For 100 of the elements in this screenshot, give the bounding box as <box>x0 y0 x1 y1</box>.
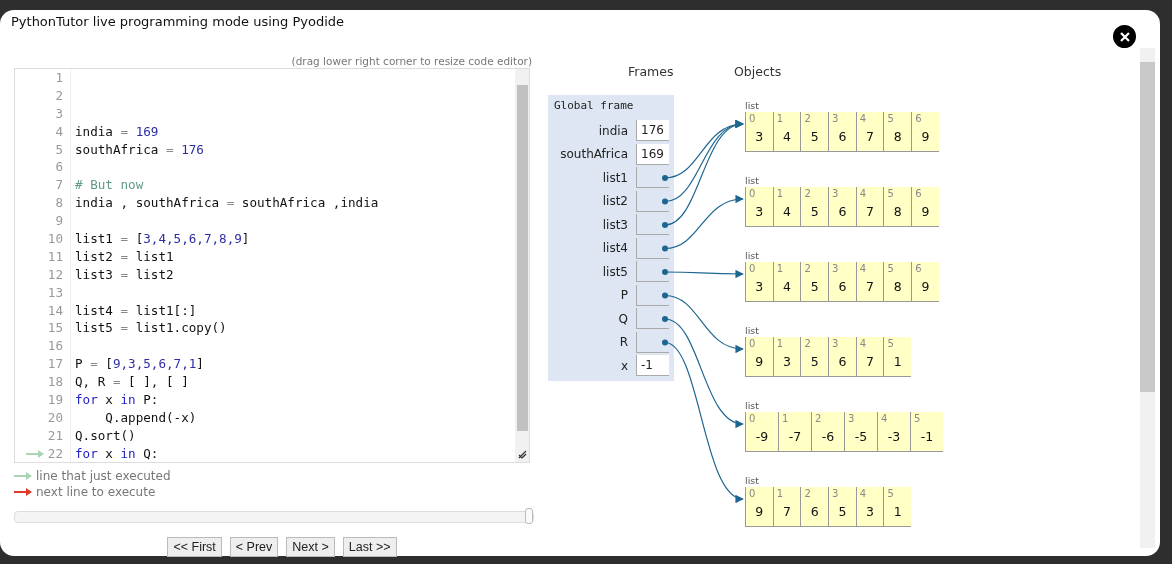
list-cell: 3 5 <box>828 487 856 527</box>
list-cell: 4 7 <box>855 187 884 227</box>
arrow-icon <box>14 472 32 480</box>
line-number: 21 <box>47 426 63 445</box>
list-cell: 2 6 <box>800 487 829 527</box>
list-cell: 3 6 <box>828 337 856 377</box>
variable-name: list4 <box>601 241 628 256</box>
list-cell: 3 6 <box>828 187 856 227</box>
line-number: 19 <box>47 391 63 409</box>
list-cell: 5 -1 <box>910 412 943 452</box>
line-number: 2 <box>55 86 63 105</box>
list-cell: 4 7 <box>855 262 884 302</box>
nav-button[interactable]: Next > <box>286 537 335 557</box>
list-cell: 4 3 <box>855 487 884 527</box>
line-number: 22 <box>47 444 63 463</box>
nav-button[interactable]: << First <box>167 537 222 557</box>
list-cell: 0 3 <box>745 262 773 302</box>
code-line: P = [9,3,5,6,7,1] <box>75 356 204 372</box>
nav-button[interactable]: Last >> <box>342 537 397 557</box>
variable-name: R <box>618 335 628 350</box>
nav-button[interactable]: < Prev <box>229 537 279 557</box>
list-cell: 6 9 <box>911 262 939 302</box>
variable-name: list2 <box>601 194 628 209</box>
code-line: Q, R = [ ], [ ] <box>75 374 189 390</box>
list-cell: 1 3 <box>772 337 801 377</box>
scrollbar[interactable] <box>515 69 529 462</box>
variable-name: list5 <box>601 264 628 279</box>
line-number: 11 <box>47 247 63 266</box>
arrow-icon <box>14 488 32 496</box>
line-number: 16 <box>47 337 63 356</box>
list-label: list <box>745 100 760 112</box>
code-line: for x in P: <box>75 392 159 408</box>
resize-handle-icon[interactable] <box>517 450 527 459</box>
line-number: 4 <box>55 122 63 141</box>
list-label: list <box>745 400 760 412</box>
frames-heading: Frames <box>628 64 674 79</box>
list-cell: 0 3 <box>745 187 773 227</box>
frame-title: Global frame <box>554 99 635 114</box>
line-number: 7 <box>55 176 63 195</box>
code-line: india , southAfrica = southAfrica ,india <box>75 195 379 211</box>
line-number: 8 <box>55 194 63 213</box>
list-label: list <box>745 475 760 487</box>
line-number: 9 <box>55 212 63 231</box>
slider-thumb[interactable] <box>525 508 533 524</box>
legend-label: line that just executed <box>36 469 171 483</box>
list-cell: 3 6 <box>828 112 856 152</box>
line-number: 12 <box>47 265 63 284</box>
list-cell: 4 7 <box>855 112 884 152</box>
list-label: list <box>745 325 760 337</box>
list-cell: 6 9 <box>911 187 939 227</box>
list-cell: 4 7 <box>855 337 884 377</box>
list-cell: 6 9 <box>911 112 939 152</box>
line-number: 15 <box>47 319 63 338</box>
line-number: 6 <box>55 158 63 177</box>
list-cell: 0 9 <box>745 487 773 527</box>
variable-value: 176 <box>636 120 669 142</box>
list-cell: 2 5 <box>800 337 829 377</box>
code-line: southAfrica = 176 <box>75 141 204 157</box>
close-icon <box>1119 31 1130 42</box>
list-cell: 1 -7 <box>778 412 811 452</box>
list-cell: 5 1 <box>883 487 912 527</box>
list-cell: 5 8 <box>883 112 912 152</box>
list-cell: 1 4 <box>772 112 801 152</box>
list-cell: 5 1 <box>883 337 912 377</box>
variable-name: x <box>619 358 628 373</box>
list-cell: 0 -9 <box>745 412 778 452</box>
step-slider[interactable] <box>14 511 534 523</box>
code-line: india = 169 <box>75 123 159 139</box>
legend-label: next line to execute <box>36 485 156 499</box>
variable-name: P <box>619 288 628 303</box>
list-cell: 5 8 <box>883 262 912 302</box>
line-number: 5 <box>55 140 63 159</box>
list-cell: 2 -6 <box>811 412 844 452</box>
list-cell: 3 6 <box>828 262 856 302</box>
variable-name: list1 <box>601 170 628 185</box>
list-label: list <box>745 175 760 187</box>
line-number: 10 <box>47 230 63 248</box>
arrow-icon <box>25 449 44 458</box>
scrollbar[interactable] <box>1140 48 1155 548</box>
objects-heading: Objects <box>734 64 782 79</box>
list-cell: 2 5 <box>800 187 829 227</box>
variable-name: Q <box>617 311 628 326</box>
list-cell: 1 4 <box>772 187 801 227</box>
code-line: list5 = list1.copy() <box>75 320 227 336</box>
list-cell: 1 7 <box>772 487 801 527</box>
code-line: for x in Q: <box>75 445 159 461</box>
list-label: list <box>745 250 760 262</box>
variable-name: india <box>597 123 628 138</box>
editor-hint: (drag lower right corner to resize code editor) <box>291 55 532 67</box>
code-line: list2 = list1 <box>75 248 174 264</box>
list-cell: 2 5 <box>800 112 829 152</box>
variable-value: -1 <box>636 355 669 377</box>
code-line: Q.append(-x) <box>104 409 197 425</box>
line-number: 13 <box>47 283 63 302</box>
list-cell: 3 -5 <box>844 412 877 452</box>
line-number: 14 <box>47 301 63 320</box>
list-cell: 0 3 <box>745 112 773 152</box>
line-number: 3 <box>55 104 63 123</box>
list-cell: 1 4 <box>772 262 801 302</box>
list-cell: 4 -3 <box>877 412 910 452</box>
